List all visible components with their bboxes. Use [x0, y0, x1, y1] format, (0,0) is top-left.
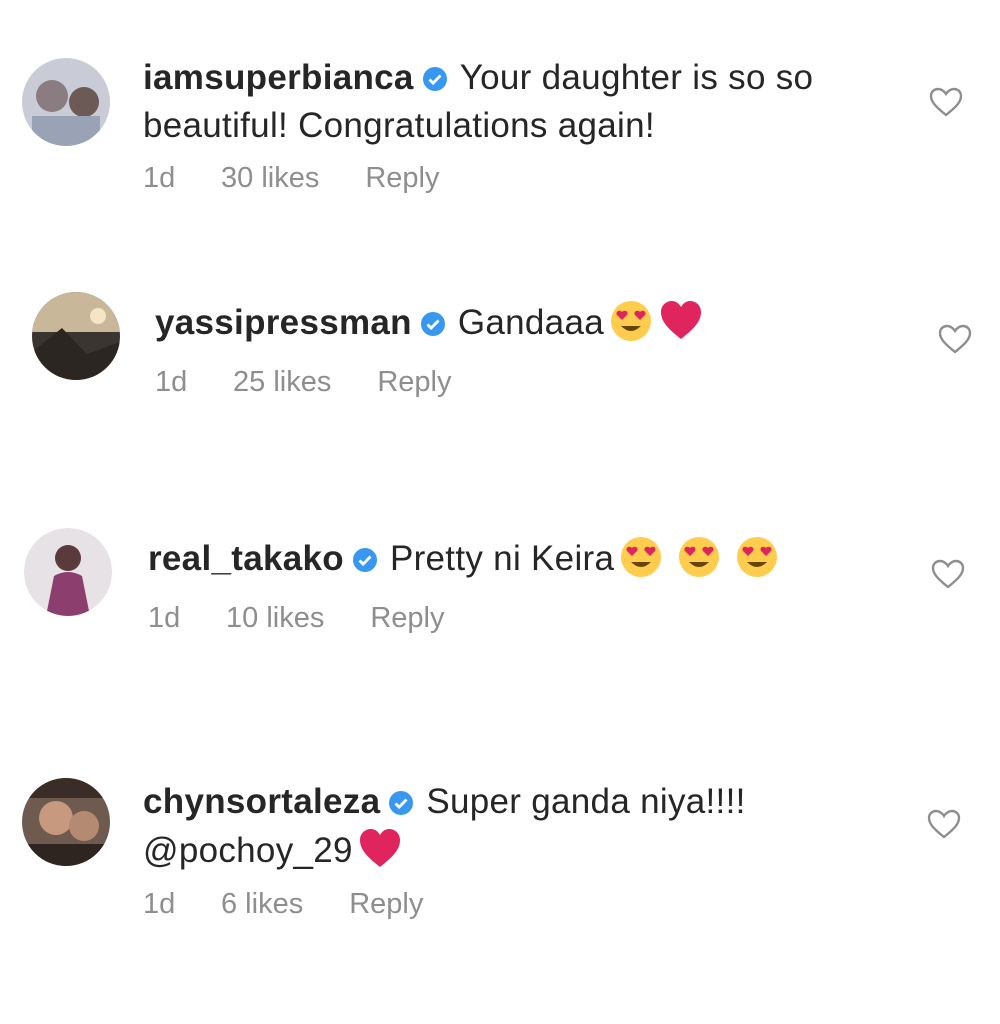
avatar[interactable]: [32, 292, 120, 380]
timestamp[interactable]: 1d: [143, 888, 221, 921]
likes-count[interactable]: 10 likes: [226, 602, 324, 635]
heart-eyes-emoji: [608, 298, 654, 344]
avatar[interactable]: [22, 58, 110, 146]
avatar[interactable]: [22, 778, 110, 866]
reply-button[interactable]: Reply: [377, 366, 451, 399]
comment-body: Gandaaa: [457, 303, 604, 342]
verified-badge-icon: [352, 547, 378, 573]
comment-text: iamsuperbianca Your daughter is so so bea…: [143, 54, 843, 150]
heart-outline-icon[interactable]: [937, 323, 973, 355]
comment-text: yassipressman Gandaaa: [155, 298, 704, 347]
reply-button[interactable]: Reply: [349, 888, 423, 921]
avatar[interactable]: [24, 528, 112, 616]
comment-text: real_takako Pretty ni Keira: [148, 534, 780, 583]
verified-badge-icon: [388, 790, 414, 816]
heart-outline-icon[interactable]: [926, 808, 962, 840]
timestamp[interactable]: 1d: [148, 602, 226, 635]
comment-meta: 1d 30 likes Reply: [143, 162, 439, 195]
heart-eyes-emoji: [618, 534, 664, 580]
verified-badge-icon: [422, 66, 448, 92]
username-link[interactable]: chynsortaleza: [143, 782, 380, 821]
heart-outline-icon[interactable]: [930, 558, 966, 590]
timestamp[interactable]: 1d: [143, 162, 221, 195]
comment-text: chynsortaleza Super ganda niya!!!! @pocho…: [143, 778, 783, 875]
red-heart-emoji: [357, 826, 403, 872]
comment-body: Pretty ni Keira: [389, 539, 615, 578]
username-link[interactable]: iamsuperbianca: [143, 58, 414, 97]
comment-meta: 1d 6 likes Reply: [143, 888, 423, 921]
heart-eyes-emoji: [676, 534, 722, 580]
username-link[interactable]: yassipressman: [155, 303, 412, 342]
likes-count[interactable]: 30 likes: [221, 162, 319, 195]
likes-count[interactable]: 25 likes: [233, 366, 331, 399]
reply-button[interactable]: Reply: [365, 162, 439, 195]
username-link[interactable]: real_takako: [148, 539, 344, 578]
reply-button[interactable]: Reply: [370, 602, 444, 635]
verified-badge-icon: [420, 311, 446, 337]
comment-meta: 1d 25 likes Reply: [155, 366, 451, 399]
likes-count[interactable]: 6 likes: [221, 888, 303, 921]
comment-meta: 1d 10 likes Reply: [148, 602, 444, 635]
heart-outline-icon[interactable]: [928, 86, 964, 118]
red-heart-emoji: [658, 298, 704, 344]
heart-eyes-emoji: [734, 534, 780, 580]
timestamp[interactable]: 1d: [155, 366, 233, 399]
